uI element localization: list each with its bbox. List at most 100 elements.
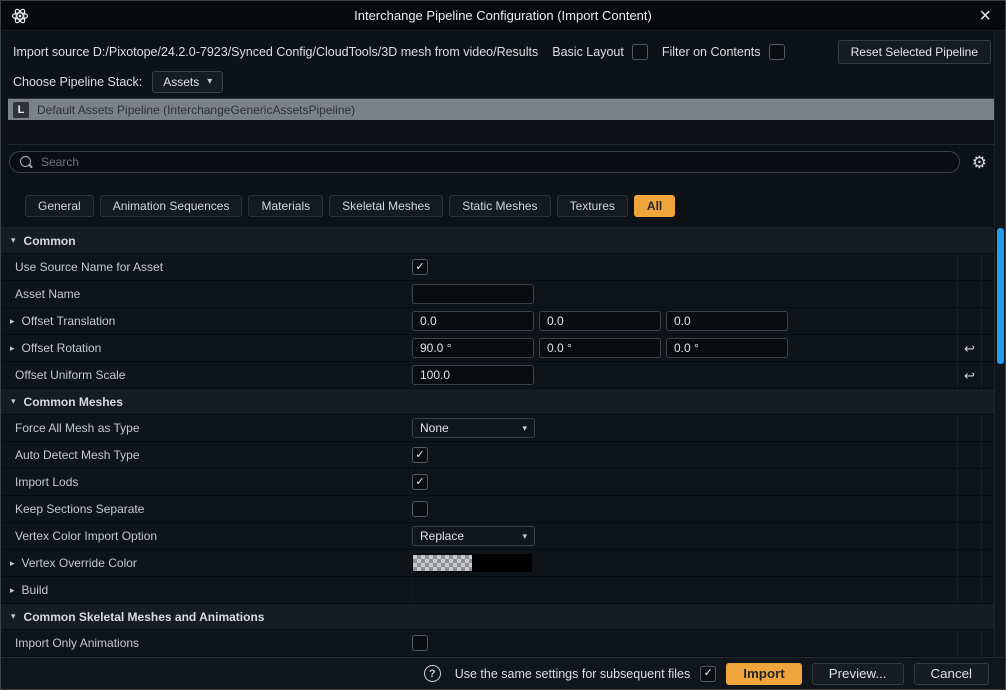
pipeline-icon: L [13, 102, 29, 118]
choose-pipeline-stack-label: Choose Pipeline Stack: [13, 75, 142, 89]
pipeline-list: L Default Assets Pipeline (InterchangeGe… [8, 98, 998, 145]
filter-on-contents-checkbox[interactable] [769, 44, 785, 60]
offset-translation-y-input[interactable] [539, 311, 661, 331]
close-icon[interactable]: × [975, 6, 995, 26]
property-label: Offset Uniform Scale [15, 368, 125, 382]
row-force-all-mesh-as-type: Force All Mesh as Type None ▾ [1, 415, 1005, 442]
import-button[interactable]: Import [726, 663, 801, 685]
tab-general[interactable]: General [25, 195, 94, 217]
reset-selected-pipeline-button[interactable]: Reset Selected Pipeline [838, 40, 991, 64]
row-offset-rotation: ▸ Offset Rotation ↩ [1, 335, 1005, 362]
pipeline-list-item-selected[interactable]: L Default Assets Pipeline (InterchangeGe… [8, 99, 998, 120]
offset-rotation-z-input[interactable] [666, 338, 788, 358]
search-row: ⚙ [9, 151, 997, 173]
vertex-override-color-swatch[interactable] [412, 554, 532, 572]
reset-column [957, 415, 981, 441]
reset-column [957, 630, 981, 656]
offset-translation-x-input[interactable] [412, 311, 534, 331]
property-value-cell [411, 630, 957, 656]
reset-column [957, 469, 981, 495]
auto-detect-mesh-type-checkbox[interactable]: ✓ [412, 447, 428, 463]
tab-animation-sequences[interactable]: Animation Sequences [100, 195, 243, 217]
offset-rotation-y-input[interactable] [539, 338, 661, 358]
reset-column [957, 442, 981, 468]
triangle-right-icon[interactable]: ▸ [10, 317, 15, 326]
triangle-right-icon[interactable]: ▸ [10, 344, 15, 353]
check-icon: ✓ [704, 668, 713, 679]
preview-button[interactable]: Preview... [812, 663, 904, 685]
property-label: Asset Name [15, 287, 80, 301]
reset-to-default-icon[interactable]: ↩ [964, 369, 975, 382]
property-value-cell [411, 362, 957, 388]
property-label-cell: Import Only Animations [1, 630, 411, 656]
tab-all[interactable]: All [634, 195, 675, 217]
cancel-button[interactable]: Cancel [914, 663, 990, 685]
property-label-cell: ▸ Offset Translation [1, 308, 411, 334]
triangle-right-icon[interactable]: ▸ [10, 559, 15, 568]
scrollbar-thumb[interactable] [997, 228, 1004, 364]
import-only-animations-checkbox[interactable] [412, 635, 428, 651]
asset-name-input[interactable] [412, 284, 534, 304]
tab-materials[interactable]: Materials [248, 195, 323, 217]
dialog-title: Interchange Pipeline Configuration (Impo… [1, 8, 1005, 23]
section-header-common[interactable]: ▾ Common [1, 228, 1005, 254]
pipeline-stack-value: Assets [163, 75, 199, 89]
vertex-color-option-dropdown[interactable]: Replace ▾ [412, 526, 535, 546]
help-icon[interactable]: ? [424, 665, 441, 682]
pipeline-stack-row: Choose Pipeline Stack: Assets ▾ [1, 69, 1005, 95]
tab-textures[interactable]: Textures [557, 195, 628, 217]
property-value-cell [411, 335, 957, 361]
offset-rotation-x-input[interactable] [412, 338, 534, 358]
offset-uniform-scale-input[interactable] [412, 365, 534, 385]
check-icon: ✓ [415, 450, 424, 461]
force-mesh-type-dropdown[interactable]: None ▾ [412, 418, 535, 438]
property-label: Build [22, 583, 49, 597]
section-header-skeletal[interactable]: ▾ Common Skeletal Meshes and Animations [1, 604, 1005, 630]
row-vertex-override-color: ▸ Vertex Override Color [1, 550, 1005, 577]
tab-skeletal-meshes[interactable]: Skeletal Meshes [329, 195, 443, 217]
pipeline-stack-dropdown[interactable]: Assets ▾ [152, 71, 223, 93]
row-vertex-color-import-option: Vertex Color Import Option Replace ▾ [1, 523, 1005, 550]
property-label: Auto Detect Mesh Type [15, 448, 140, 462]
property-label-cell: ▸ Vertex Override Color [1, 550, 411, 576]
keep-sections-separate-checkbox[interactable] [412, 501, 428, 517]
tab-static-meshes[interactable]: Static Meshes [449, 195, 550, 217]
property-label-cell: Keep Sections Separate [1, 496, 411, 522]
section-header-common-meshes[interactable]: ▾ Common Meshes [1, 389, 1005, 415]
property-label-cell: Use Source Name for Asset [1, 254, 411, 280]
reset-column [957, 281, 981, 307]
category-tabs: General Animation Sequences Materials Sk… [25, 195, 993, 217]
import-lods-checkbox[interactable]: ✓ [412, 474, 428, 490]
subsequent-files-checkbox[interactable]: ✓ [700, 666, 716, 682]
dropdown-value: None [420, 421, 449, 435]
search-box[interactable] [9, 151, 960, 173]
property-value-cell: None ▾ [411, 415, 957, 441]
property-value-cell: ✓ [411, 254, 957, 280]
basic-layout-label: Basic Layout [552, 45, 624, 59]
import-source-text: Import source D:/Pixotope/24.2.0-7923/Sy… [13, 45, 538, 59]
row-offset-translation: ▸ Offset Translation [1, 308, 1005, 335]
property-label: Offset Translation [22, 314, 116, 328]
import-source-row: Import source D:/Pixotope/24.2.0-7923/Sy… [1, 39, 1005, 65]
property-label: Offset Rotation [22, 341, 102, 355]
gear-icon[interactable]: ⚙ [972, 154, 987, 171]
title-bar: Interchange Pipeline Configuration (Impo… [1, 1, 1005, 31]
pipeline-item-label: Default Assets Pipeline (InterchangeGene… [37, 103, 355, 117]
filter-on-contents-group: Filter on Contents [662, 44, 785, 60]
triangle-down-icon: ▾ [11, 612, 16, 621]
reset-column [957, 577, 981, 603]
reset-column: ↩ [957, 362, 981, 388]
basic-layout-checkbox[interactable] [632, 44, 648, 60]
chevron-down-icon: ▾ [207, 77, 212, 87]
row-auto-detect-mesh-type: Auto Detect Mesh Type ✓ [1, 442, 1005, 469]
use-source-name-checkbox[interactable]: ✓ [412, 259, 428, 275]
reset-to-default-icon[interactable]: ↩ [964, 342, 975, 355]
properties-panel: ▾ Common Use Source Name for Asset ✓ Ass… [1, 227, 1005, 657]
section-title: Common Skeletal Meshes and Animations [24, 610, 265, 624]
offset-translation-z-input[interactable] [666, 311, 788, 331]
triangle-right-icon[interactable]: ▸ [10, 586, 15, 595]
search-icon [20, 156, 33, 169]
vertical-scrollbar[interactable] [994, 31, 1005, 657]
subsequent-files-label: Use the same settings for subsequent fil… [455, 667, 691, 681]
search-input[interactable] [41, 155, 949, 169]
